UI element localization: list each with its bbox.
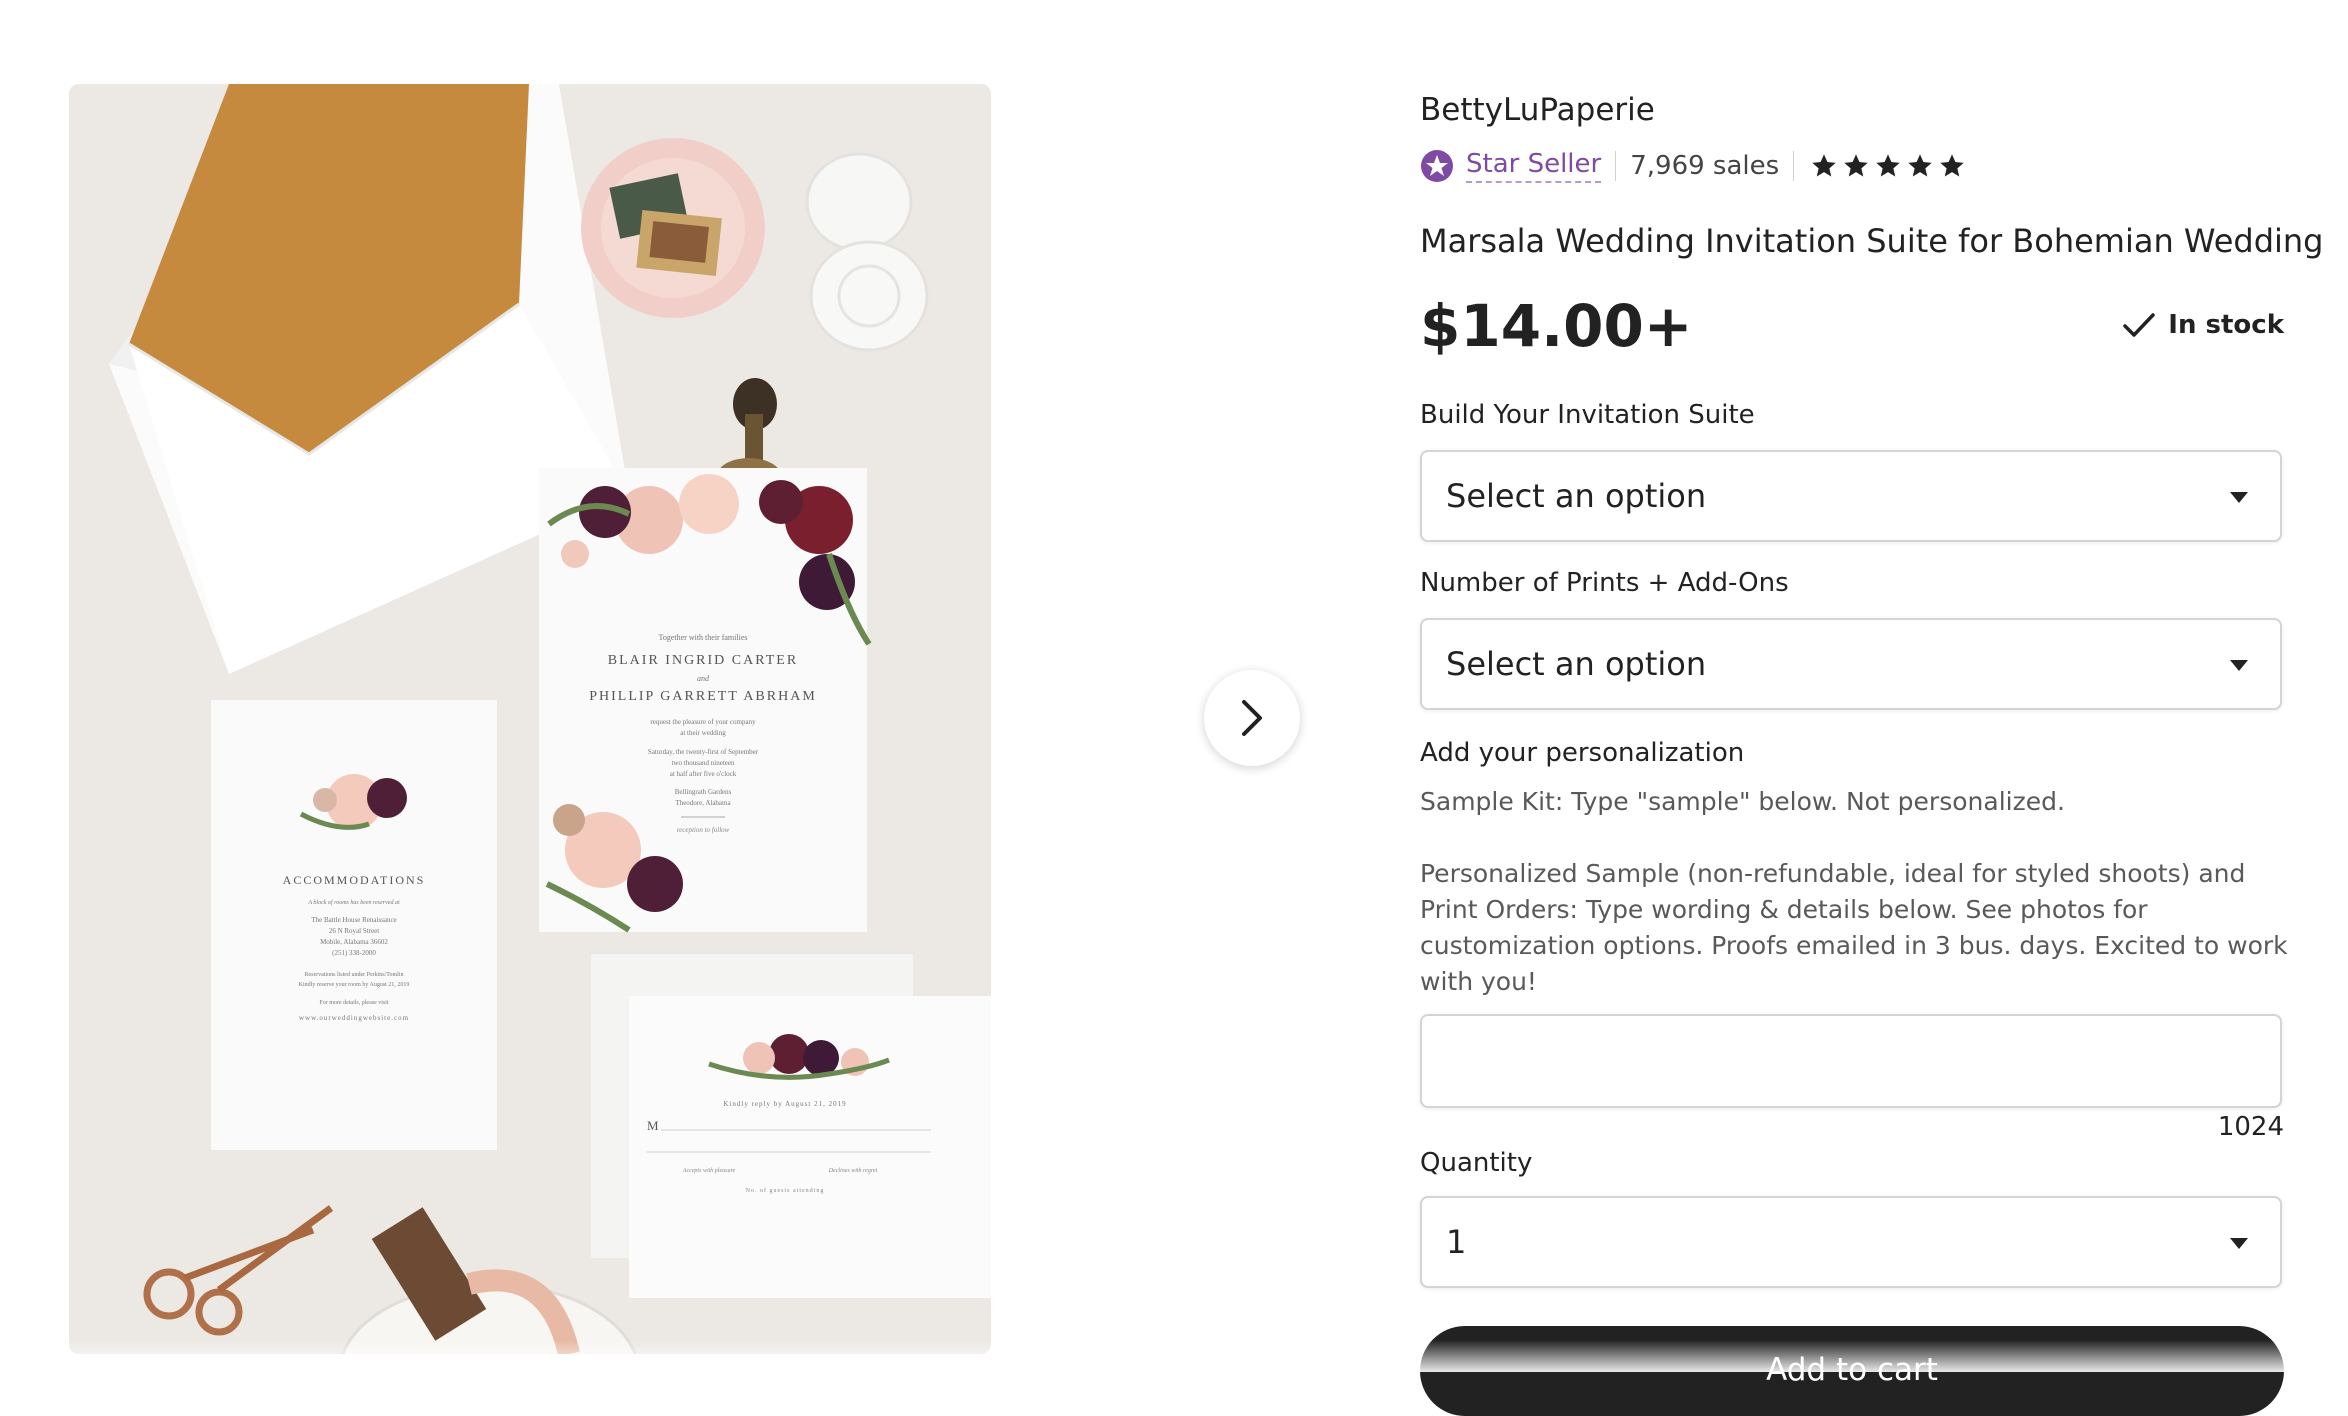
personalization-textarea[interactable] [1420,1014,2282,1108]
rsvp-line: Accepts with pleasure [682,1168,736,1174]
prints-option-value: Select an option [1446,645,1707,683]
listing-price: $14.00+ [1420,292,1693,360]
rsvp-m: M [647,1118,659,1133]
listing-title: Marsala Wedding Invitation Suite for Boh… [1420,222,2324,260]
caret-down-icon [2230,1238,2248,1249]
stamp-dish [581,138,765,318]
star-icon [1908,154,1932,177]
caret-down-icon [2230,660,2248,671]
quantity-select[interactable]: 1 [1420,1196,2282,1288]
invite-names: BLAIR INGRID CARTER [608,653,798,668]
caret-down-icon [2230,492,2248,503]
rating-stars[interactable] [1810,152,1966,180]
prints-option-label: Number of Prints + Add-Ons [1420,568,1789,598]
seller-stats: Star Seller 7,969 sales [1420,144,1966,188]
rsvp-line: Declines with regret [828,1168,878,1174]
acc-line: www.ourweddingwebsite.com [299,1014,409,1022]
invite-and: and [697,674,710,683]
star-icon [1812,154,1836,177]
invite-line: two thousand nineteen [672,759,735,767]
shop-name-link[interactable]: BettyLuPaperie [1420,92,1655,128]
rsvp-line: Kindly reply by August 21, 2019 [723,1100,846,1108]
quantity-value: 1 [1446,1223,1467,1261]
invite-line: request the pleasure of your company [650,718,756,726]
sales-count: 7,969 sales [1630,151,1780,181]
acc-line: Reservations listed under Perkins/Tomlin [304,972,403,978]
acc-line: (251) 338-2000 [332,949,376,957]
acc-line: A block of rooms has been reserved at [307,899,400,906]
invite-line: Bellingrath Gardens [675,788,732,796]
personalization-hint-sample: Sample Kit: Type "sample" below. Not per… [1420,787,2065,816]
star-icon [1876,154,1900,177]
acc-line: Kindly reserve your room by August 21, 2… [299,982,410,988]
invite-line: at half after five o'clock [670,770,737,778]
acc-line: Mobile, Alabama 36602 [320,938,388,946]
divider [1615,151,1617,181]
invite-line: at their wedding [680,729,726,737]
invitation-suite-illustration: Together with their families BLAIR INGRI… [69,84,991,1354]
main-invitation-card: Together with their families BLAIR INGRI… [539,468,872,933]
rsvp-card: Kindly reply by August 21, 2019 M Accept… [591,954,991,1298]
personalization-hint-orders: Personalized Sample (non-refundable, ide… [1420,859,2288,996]
star-icon [1844,154,1868,177]
invite-line: Theodore, Alabama [675,799,731,807]
suite-option-select[interactable]: Select an option [1420,450,2282,542]
quantity-label: Quantity [1420,1148,1533,1178]
invite-line: Saturday, the twenty-first of September [648,748,759,756]
acc-line: 26 N Royal Street [329,927,379,935]
acc-line: For more details, please visit [319,1000,388,1006]
star-seller-link[interactable]: Star Seller [1466,149,1602,183]
prints-option-select[interactable]: Select an option [1420,618,2282,710]
check-icon [2123,313,2156,337]
suite-option-label: Build Your Invitation Suite [1420,400,1755,430]
personalization-label: Add your personalization [1420,738,1745,768]
stock-status: In stock [2122,310,2284,340]
stock-label: In stock [2168,310,2284,340]
star-seller-badge-icon [1421,150,1453,182]
product-photo[interactable]: Together with their families BLAIR INGRI… [69,84,991,1354]
star-icon [1940,154,1964,177]
character-counter: 1024 [2217,1112,2284,1142]
invite-line: Together with their families [659,633,748,642]
acc-line: The Battle House Renaissance [311,916,396,924]
suite-option-value: Select an option [1446,477,1707,515]
rsvp-line: No. of guests attending [746,1187,825,1194]
invite-line: reception to follow [677,826,730,834]
next-image-button[interactable] [1204,670,1300,766]
bottom-fade [0,1340,2348,1372]
chevron-right-icon [1242,700,1262,736]
acc-title: ACCOMMODATIONS [283,873,426,887]
divider [1793,151,1795,181]
accommodations-card: ACCOMMODATIONS A block of rooms has been… [211,700,497,1150]
invite-names: PHILLIP GARRETT ABRHAM [589,689,817,704]
